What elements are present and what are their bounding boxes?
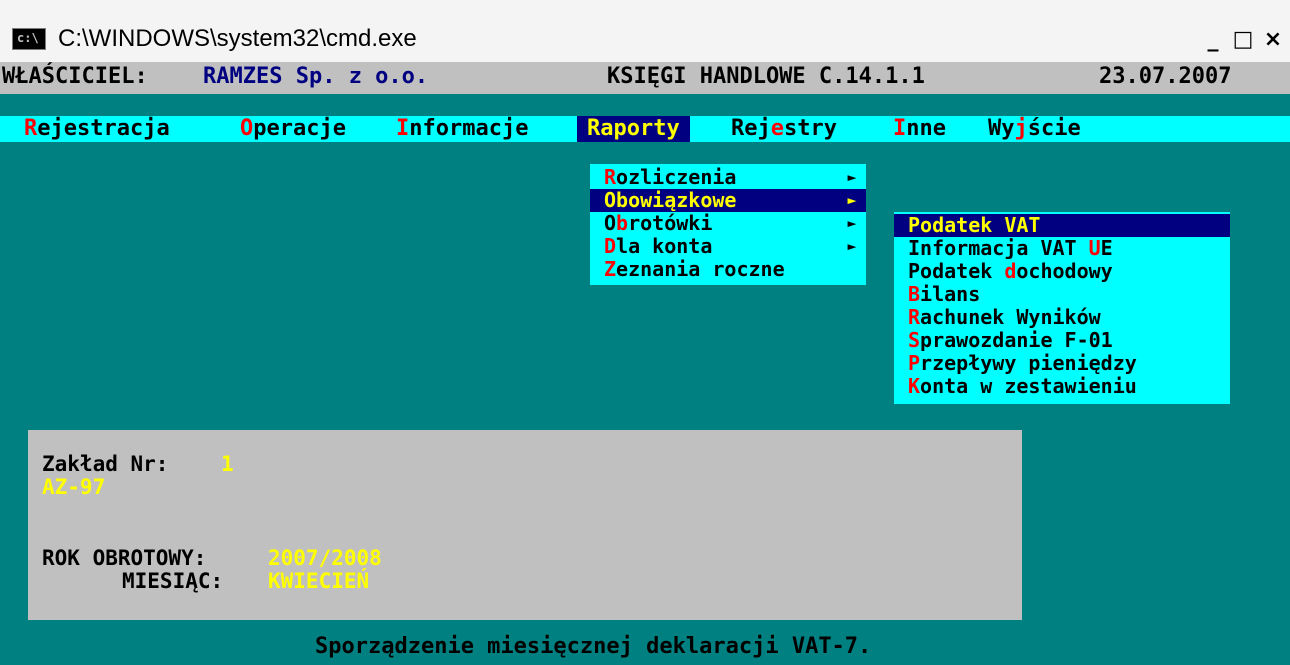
owner-value: RAMZES Sp. z o.o.: [203, 64, 429, 89]
window-title: C:\WINDOWS\system32\cmd.exe: [58, 25, 417, 52]
item-label-prefix: Podatek: [908, 259, 1005, 283]
item-label: rotówki: [628, 211, 713, 235]
submenu-item-podatek-dochodowy[interactable]: Podatek dochodowy: [894, 260, 1230, 283]
hotkey: b: [616, 211, 629, 235]
item-label: prawozdanie F-01: [920, 328, 1113, 352]
submenu-item-podatek-vat[interactable]: Podatek VAT: [894, 214, 1230, 237]
title-bar[interactable]: c:\ C:\WINDOWS\system32\cmd.exe _ □ ×: [0, 0, 1290, 62]
menu-informacje[interactable]: Informacje: [396, 116, 528, 142]
cmd-window: c:\ C:\WINDOWS\system32\cmd.exe _ □ × WŁ…: [0, 0, 1290, 665]
submenu-arrow-icon: ►: [847, 168, 857, 186]
submenu-item-bilans[interactable]: Bilans: [894, 283, 1230, 306]
zaklad-label: Zakład Nr:: [42, 452, 169, 476]
app-name: KSIĘGI HANDLOWE C.14.1.1: [607, 64, 925, 89]
menu-item-rozliczenia[interactable]: Rozliczenia ►: [590, 166, 866, 189]
miesiac-label: MIESIĄC:: [122, 569, 224, 593]
menu-label-prefix: Wy: [988, 116, 1015, 141]
item-label: E: [1100, 236, 1113, 260]
hotkey: B: [908, 282, 921, 306]
menu-label: nformacje: [409, 116, 529, 141]
menu-label-prefix: Rej: [731, 116, 771, 141]
item-label: bowiązkowe: [616, 188, 737, 212]
main-menu-bar: Rejestracja Operacje Informacje Raporty …: [0, 116, 1290, 142]
obowiazkowe-submenu: Podatek VAT Informacja VAT UE Podatek do…: [894, 212, 1230, 404]
rok-obrotowy-value: 2007/2008: [268, 546, 382, 570]
hotkey: R: [604, 165, 617, 189]
item-label: ozliczenia: [616, 165, 737, 189]
submenu-item-rachunek-wynikow[interactable]: Rachunek Wyników: [894, 306, 1230, 329]
hotkey: O: [604, 188, 617, 212]
raporty-dropdown: Rozliczenia ► Obowiązkowe ► Obrotówki ► Dla…: [590, 164, 866, 285]
help-line: Sporządzenie miesięcznej deklaracji VAT-…: [315, 634, 872, 659]
menu-label: peracje: [253, 116, 346, 141]
submenu-item-przeplywy-pienieznych[interactable]: Przepływy pieniędzy: [894, 352, 1230, 375]
company-info-panel: Zakład Nr: 1 AZ-97 ROK OBROTOWY: 2007/20…: [28, 430, 1022, 620]
menu-label: aporty: [600, 116, 680, 141]
hotkey: j: [1014, 116, 1028, 141]
item-label: ilans: [920, 282, 981, 306]
menu-raporty[interactable]: Raporty: [577, 116, 690, 142]
console-area: WŁAŚCICIEL: RAMZES Sp. z o.o. KSIĘGI HAN…: [0, 62, 1290, 665]
hotkey: U: [1088, 236, 1101, 260]
zaklad-name: AZ-97: [42, 475, 106, 499]
submenu-arrow-icon: ►: [847, 214, 857, 232]
menu-label: ejestracja: [37, 116, 170, 141]
status-line: WŁAŚCICIEL: RAMZES Sp. z o.o. KSIĘGI HAN…: [0, 62, 1290, 94]
maximize-button[interactable]: □: [1232, 26, 1254, 56]
item-label-prefix: Informacja VAT: [908, 236, 1089, 260]
hotkey: Z: [604, 257, 617, 281]
status-date: 23.07.2007: [1099, 64, 1232, 89]
item-label: eznania roczne: [616, 257, 785, 281]
submenu-arrow-icon: ►: [847, 237, 857, 255]
hotkey: P: [908, 351, 921, 375]
hotkey: d: [1004, 259, 1017, 283]
menu-label: stry: [784, 116, 837, 141]
menu-wyjscie[interactable]: Wyjście: [988, 116, 1081, 142]
menu-label: ście: [1027, 116, 1081, 141]
hotkey: I: [893, 116, 907, 141]
menu-operacje[interactable]: Operacje: [240, 116, 346, 142]
hotkey: e: [770, 116, 784, 141]
console-icon[interactable]: c:\: [12, 28, 46, 50]
submenu-arrow-icon: ►: [847, 191, 857, 209]
menu-rejestry[interactable]: Rejestry: [731, 116, 837, 142]
item-label: onta w zestawieniu: [920, 374, 1137, 398]
miesiac-value: KWIECIEŃ: [268, 569, 370, 593]
close-button[interactable]: ×: [1262, 26, 1284, 56]
owner-label: WŁAŚCICIEL:: [2, 64, 148, 89]
menu-item-zeznania-roczne[interactable]: Zeznania roczne: [590, 258, 866, 281]
hotkey: I: [396, 116, 410, 141]
item-label: achunek Wyników: [920, 305, 1101, 329]
menu-inne[interactable]: Inne: [893, 116, 946, 142]
menu-label: nne: [906, 116, 946, 141]
hotkey: R: [587, 116, 601, 141]
zaklad-number: 1: [221, 452, 234, 476]
item-label: la konta: [616, 234, 713, 258]
hotkey: R: [24, 116, 38, 141]
hotkey: K: [908, 374, 921, 398]
item-label: rzepływy pieniędzy: [920, 351, 1137, 375]
submenu-item-sprawozdanie-f01[interactable]: Sprawozdanie F-01: [894, 329, 1230, 352]
hotkey: R: [908, 305, 921, 329]
hotkey: S: [908, 328, 921, 352]
menu-item-obowiazkowe[interactable]: Obowiązkowe ►: [590, 189, 866, 212]
rok-obrotowy-label: ROK OBROTOWY:: [42, 546, 207, 570]
minimize-button[interactable]: _: [1202, 26, 1224, 56]
submenu-item-konta-w-zestawieniu[interactable]: Konta w zestawieniu: [894, 375, 1230, 398]
menu-item-dla-konta[interactable]: Dla konta ►: [590, 235, 866, 258]
item-label: ochodowy: [1016, 259, 1113, 283]
console-icon-glyph: c:\: [17, 31, 39, 45]
hotkey: O: [240, 116, 254, 141]
menu-item-obrotowki[interactable]: Obrotówki ►: [590, 212, 866, 235]
item-label: Podatek VAT: [908, 213, 1041, 237]
submenu-item-informacja-vat-ue[interactable]: Informacja VAT UE: [894, 237, 1230, 260]
item-label-prefix: O: [604, 211, 617, 235]
menu-rejestracja[interactable]: Rejestracja: [24, 116, 170, 142]
hotkey: D: [604, 234, 617, 258]
